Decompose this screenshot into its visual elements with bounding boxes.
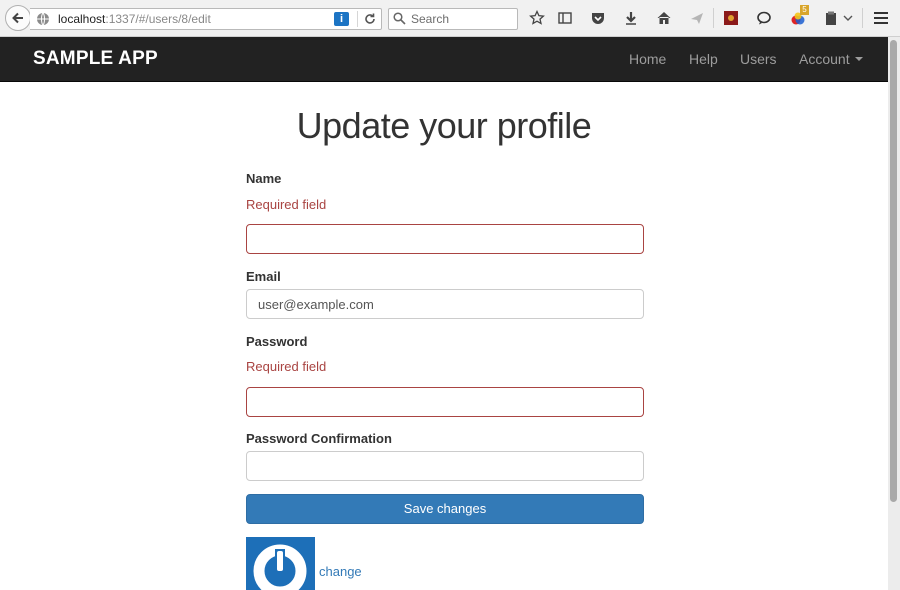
avatar [246, 537, 315, 590]
globe-icon [37, 12, 49, 26]
reload-icon[interactable] [362, 11, 378, 27]
bookmark-star-icon[interactable] [528, 9, 546, 27]
email-field[interactable] [246, 289, 644, 319]
back-arrow-icon [12, 12, 23, 24]
name-label: Name [246, 171, 282, 186]
home-icon[interactable] [655, 9, 673, 27]
extension-icon[interactable] [722, 9, 740, 27]
password-error-message: Required field [246, 359, 327, 374]
hamburger-menu-icon[interactable] [872, 9, 890, 27]
page-scrollbar[interactable] [888, 37, 900, 590]
chat-bubble-icon[interactable] [755, 9, 773, 27]
password-field[interactable] [246, 387, 644, 417]
name-error-message: Required field [246, 197, 327, 212]
scrollbar-thumb[interactable] [890, 40, 897, 502]
nav-dropdown-account[interactable]: Account [799, 51, 863, 67]
toolbar-divider [862, 8, 863, 28]
url-bar[interactable]: localhost:1337/#/users/8/edit i [30, 8, 382, 30]
search-icon [393, 12, 406, 25]
send-tab-icon[interactable] [688, 9, 706, 27]
password-label: Password [246, 334, 308, 349]
url-text: localhost:1337/#/users/8/edit [58, 12, 211, 26]
nav-link-help[interactable]: Help [689, 51, 718, 67]
nav-link-users[interactable]: Users [740, 51, 777, 67]
extension-badge: 5 [800, 5, 809, 15]
caret-down-icon [854, 57, 863, 61]
browser-toolbar: localhost:1337/#/users/8/edit i Search 5 [0, 0, 900, 37]
browser-search-box[interactable] [388, 8, 518, 30]
change-avatar-link[interactable]: change [319, 564, 362, 579]
brand-logo[interactable]: SAMPLE APP [33, 48, 158, 70]
browser-search-input[interactable] [409, 10, 513, 28]
toolbar-divider [713, 8, 714, 28]
password-confirmation-field[interactable] [246, 451, 644, 481]
reading-list-icon[interactable] [556, 9, 574, 27]
url-divider [357, 11, 358, 27]
power-logo-icon [253, 544, 307, 590]
name-field[interactable] [246, 224, 644, 254]
nav-dropdown-account-label: Account [799, 51, 850, 67]
email-label: Email [246, 269, 281, 284]
password-confirmation-label: Password Confirmation [246, 431, 392, 446]
chevron-down-icon[interactable] [842, 9, 854, 27]
clipboard-icon[interactable] [822, 9, 840, 27]
back-button[interactable] [5, 5, 31, 31]
navbar: SAMPLE APP Home Help Users Account [0, 37, 888, 82]
download-icon[interactable] [622, 9, 640, 27]
page-info-icon[interactable]: i [334, 12, 349, 26]
nav-link-home[interactable]: Home [629, 51, 666, 67]
save-changes-button[interactable]: Save changes [246, 494, 644, 524]
pocket-icon[interactable] [589, 9, 607, 27]
page-title: Update your profile [296, 105, 592, 146]
